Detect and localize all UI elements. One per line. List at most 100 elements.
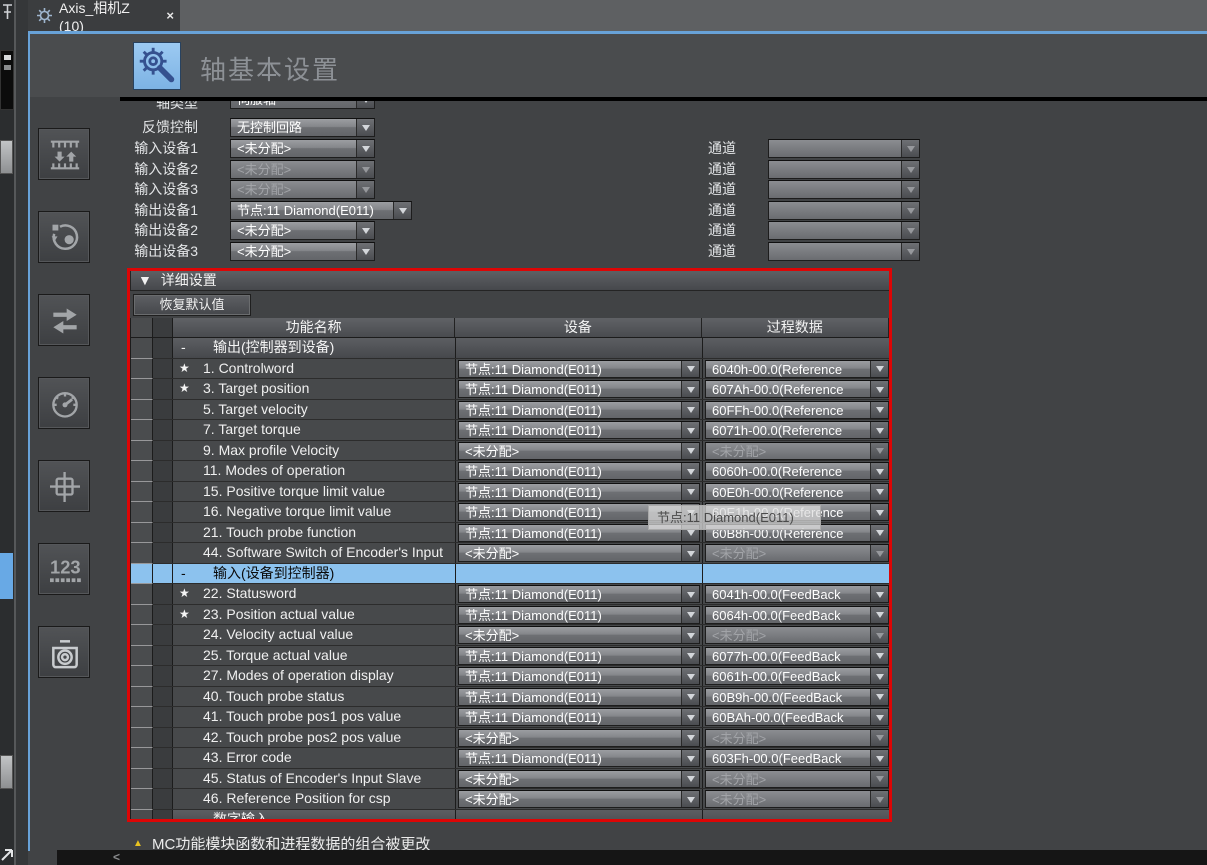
chevron-down-icon[interactable] — [870, 648, 888, 664]
channel-dropdown[interactable] — [768, 242, 920, 261]
device-dropdown[interactable]: 节点:11 Diamond(E011) — [458, 360, 700, 378]
table-row[interactable]: 46. Reference Position for csp<未分配><未分配> — [131, 789, 889, 810]
sidebar-item-homing-settings[interactable] — [38, 460, 90, 512]
table-row[interactable]: 5. Target velocity节点:11 Diamond(E011)60F… — [131, 400, 889, 421]
chevron-down-icon[interactable] — [681, 361, 699, 377]
chevron-down-icon[interactable] — [870, 750, 888, 766]
device-dropdown[interactable]: <未分配> — [230, 160, 375, 179]
process-data-dropdown[interactable]: <未分配> — [705, 790, 889, 808]
table-row[interactable]: 41. Touch probe pos1 pos value节点:11 Diam… — [131, 707, 889, 728]
device-dropdown[interactable]: <未分配> — [230, 221, 375, 240]
chevron-down-icon[interactable] — [681, 463, 699, 479]
chevron-down-icon[interactable] — [681, 689, 699, 705]
device-dropdown[interactable]: <未分配> — [230, 139, 375, 158]
table-row[interactable]: 44. Software Switch of Encoder's Input<未… — [131, 543, 889, 564]
chevron-down-icon[interactable] — [901, 202, 919, 219]
collapse-icon[interactable]: ▼ — [138, 272, 152, 288]
chevron-down-icon[interactable] — [870, 525, 888, 541]
process-data-dropdown[interactable]: <未分配> — [705, 544, 889, 562]
device-dropdown[interactable]: 节点:11 Diamond(E011) — [458, 462, 700, 480]
channel-dropdown[interactable] — [768, 201, 920, 220]
process-data-dropdown[interactable]: 6064h-00.0(FeedBack — [705, 606, 889, 624]
chevron-down-icon[interactable] — [681, 381, 699, 397]
process-data-dropdown[interactable]: <未分配> — [705, 442, 889, 460]
chevron-down-icon[interactable] — [356, 161, 374, 178]
rail-selection-strip[interactable] — [0, 553, 13, 599]
chevron-down-icon[interactable] — [870, 361, 888, 377]
chevron-down-icon[interactable] — [681, 422, 699, 438]
chevron-down-icon[interactable] — [870, 545, 888, 561]
table-row[interactable]: 24. Velocity actual value<未分配><未分配> — [131, 625, 889, 646]
device-dropdown[interactable]: 节点:11 Diamond(E011) — [458, 688, 700, 706]
chevron-down-icon[interactable] — [356, 181, 374, 198]
chevron-down-icon[interactable] — [681, 791, 699, 807]
channel-dropdown[interactable] — [768, 139, 920, 158]
process-data-dropdown[interactable]: 60E0h-00.0(Reference — [705, 483, 889, 501]
chevron-down-icon[interactable] — [901, 181, 919, 198]
chevron-down-icon[interactable] — [356, 243, 374, 260]
pin-icon[interactable] — [1, 2, 14, 22]
chevron-down-icon[interactable] — [870, 771, 888, 787]
device-dropdown[interactable]: <未分配> — [230, 242, 375, 261]
sidebar-item-other-operation-settings[interactable] — [38, 294, 90, 346]
device-dropdown[interactable]: <未分配> — [458, 790, 700, 808]
table-row[interactable]: 42. Touch probe pos2 pos value<未分配><未分配> — [131, 728, 889, 749]
chevron-down-icon[interactable] — [870, 402, 888, 418]
chevron-down-icon[interactable] — [870, 627, 888, 643]
chevron-down-icon[interactable] — [870, 484, 888, 500]
table-row[interactable]: 9. Max profile Velocity<未分配><未分配> — [131, 441, 889, 462]
horizontal-scrollbar[interactable]: < — [57, 850, 1207, 865]
process-data-dropdown[interactable]: <未分配> — [705, 626, 889, 644]
sidebar-item-limit-settings[interactable] — [38, 377, 90, 429]
chevron-down-icon[interactable] — [681, 402, 699, 418]
scroll-left-arrow[interactable]: < — [113, 850, 120, 864]
chevron-down-icon[interactable] — [870, 504, 888, 520]
device-dropdown[interactable]: 节点:11 Diamond(E011) — [458, 749, 700, 767]
chevron-down-icon[interactable] — [870, 668, 888, 684]
chevron-down-icon[interactable] — [681, 730, 699, 746]
table-row[interactable]: 45. Status of Encoder's Input Slave<未分配>… — [131, 769, 889, 790]
details-section-header[interactable]: ▼ 详细设置 — [130, 270, 890, 291]
table-row[interactable]: 11. Modes of operation节点:11 Diamond(E011… — [131, 461, 889, 482]
rail-button-top[interactable] — [0, 140, 13, 174]
chevron-down-icon[interactable] — [870, 689, 888, 705]
device-dropdown[interactable]: 节点:11 Diamond(E011) — [458, 606, 700, 624]
sidebar-item-operation-settings[interactable] — [38, 211, 90, 263]
chevron-down-icon[interactable] — [901, 140, 919, 157]
sidebar-item-servo-drive-settings[interactable] — [38, 626, 90, 678]
process-data-dropdown[interactable]: <未分配> — [705, 729, 889, 747]
group-collapse-indicator[interactable]: - — [181, 810, 186, 823]
process-data-dropdown[interactable]: 6061h-00.0(FeedBack — [705, 667, 889, 685]
chevron-down-icon[interactable] — [681, 750, 699, 766]
table-row[interactable]: 27. Modes of operation display节点:11 Diam… — [131, 666, 889, 687]
chevron-down-icon[interactable] — [681, 648, 699, 664]
process-data-dropdown[interactable]: 60FFh-00.0(Reference — [705, 401, 889, 419]
device-dropdown[interactable]: 节点:11 Diamond(E011) — [458, 380, 700, 398]
chevron-down-icon[interactable] — [681, 771, 699, 787]
process-data-dropdown[interactable]: 6040h-00.0(Reference — [705, 360, 889, 378]
channel-dropdown[interactable] — [768, 180, 920, 199]
chevron-down-icon[interactable] — [681, 443, 699, 459]
device-dropdown[interactable]: <未分配> — [458, 729, 700, 747]
device-dropdown[interactable]: 节点:11 Diamond(E011) — [458, 667, 700, 685]
chevron-down-icon[interactable] — [870, 730, 888, 746]
sidebar-item-unit-conversion-settings[interactable] — [38, 128, 90, 180]
table-row[interactable]: 7. Target torque节点:11 Diamond(E011)6071h… — [131, 420, 889, 441]
chevron-down-icon[interactable] — [681, 545, 699, 561]
chevron-down-icon[interactable] — [870, 422, 888, 438]
device-dropdown[interactable]: 节点:11 Diamond(E011) — [458, 708, 700, 726]
table-row[interactable]: 40. Touch probe status节点:11 Diamond(E011… — [131, 687, 889, 708]
group-row[interactable]: -输出(控制器到设备) — [131, 338, 889, 359]
group-row[interactable]: -数字输入 — [131, 810, 889, 823]
rail-button-bottom[interactable] — [0, 755, 13, 789]
restore-defaults-button[interactable]: 恢复默认值 — [133, 294, 251, 316]
sidebar-item-position-count-settings[interactable]: 123 — [38, 543, 90, 595]
group-collapse-indicator[interactable]: - — [181, 338, 186, 357]
process-data-dropdown[interactable]: 60BAh-00.0(FeedBack — [705, 708, 889, 726]
chevron-down-icon[interactable] — [901, 243, 919, 260]
device-dropdown[interactable]: <未分配> — [458, 544, 700, 562]
process-data-dropdown[interactable]: 607Ah-00.0(Reference — [705, 380, 889, 398]
table-row[interactable]: ★3. Target position节点:11 Diamond(E011)60… — [131, 379, 889, 400]
chevron-down-icon[interactable] — [870, 709, 888, 725]
table-row[interactable]: 15. Positive torque limit value节点:11 Dia… — [131, 482, 889, 503]
